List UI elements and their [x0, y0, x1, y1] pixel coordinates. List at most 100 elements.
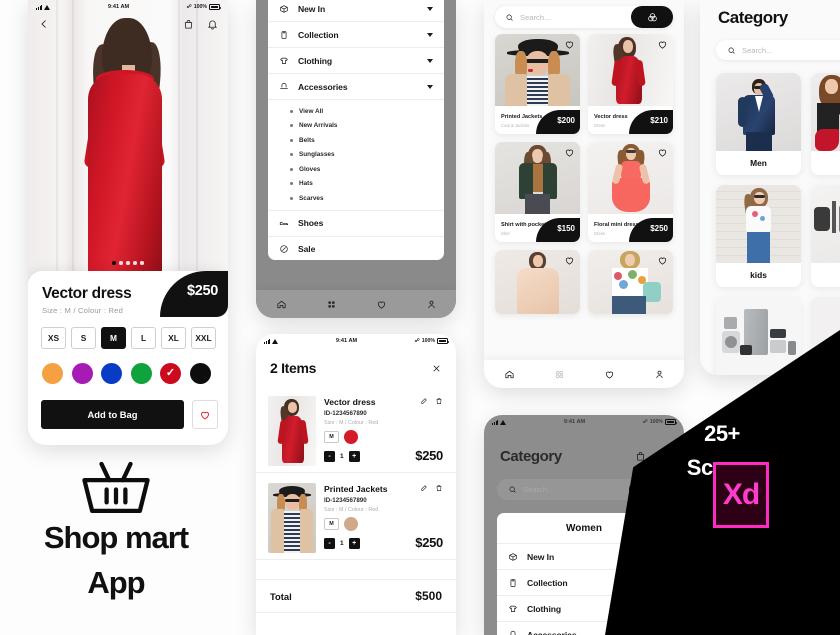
- quantity-stepper[interactable]: - 1 +: [324, 538, 360, 549]
- category-tile-electronic[interactable]: Electronic: [716, 297, 801, 375]
- bell-icon[interactable]: [207, 19, 218, 30]
- category-tile-women[interactable]: W: [811, 73, 840, 175]
- heart-icon[interactable]: [604, 369, 615, 380]
- submenu-item[interactable]: Gloves: [290, 162, 444, 177]
- submenu-item[interactable]: Sunglasses: [290, 148, 444, 163]
- shopping-bag-icon[interactable]: [183, 19, 194, 30]
- submenu-item[interactable]: View All: [290, 104, 444, 119]
- menu-item-label: New In: [298, 3, 326, 14]
- bottom-navigation[interactable]: [484, 360, 684, 388]
- quantity-stepper[interactable]: - 1 +: [324, 451, 360, 462]
- submenu-label: Hats: [299, 180, 313, 188]
- color-option-orange[interactable]: [42, 363, 63, 384]
- wishlist-heart-icon[interactable]: [657, 39, 668, 50]
- product-card[interactable]: [495, 250, 580, 314]
- category-tile-cooking[interactable]: Coo: [811, 185, 840, 287]
- cart-item-color[interactable]: [344, 430, 358, 444]
- color-option-red[interactable]: ✓: [160, 363, 181, 384]
- grid-icon[interactable]: [554, 369, 565, 380]
- heart-icon[interactable]: [376, 299, 387, 310]
- category-label: kids: [716, 263, 801, 287]
- add-to-bag-button[interactable]: Add to Bag: [41, 400, 184, 429]
- size-option-l[interactable]: L: [131, 327, 156, 349]
- menu-item-sale[interactable]: Sale: [268, 237, 444, 261]
- wifi-icon: [272, 338, 279, 344]
- search-input[interactable]: Search...: [716, 40, 840, 60]
- chevron-left-icon[interactable]: [38, 18, 50, 30]
- chevron-down-icon[interactable]: [427, 6, 433, 11]
- color-option-green[interactable]: [130, 363, 152, 384]
- cart-item-variant: Size : M / Colour : Red: [324, 420, 379, 426]
- category-tile-men[interactable]: Men: [716, 73, 801, 175]
- category-grid: Men W: [716, 73, 840, 375]
- shirt-icon: [510, 578, 516, 587]
- size-option-m[interactable]: M: [101, 327, 126, 349]
- chevron-down-icon[interactable]: [427, 32, 433, 37]
- product-card[interactable]: Vector dress Dress $210: [588, 34, 673, 134]
- hat-icon: [510, 630, 516, 635]
- wishlist-heart-icon[interactable]: [564, 147, 575, 158]
- product-price-tag: $250: [160, 271, 228, 317]
- wishlist-heart-icon[interactable]: [564, 255, 575, 266]
- menu-item-clothing[interactable]: Clothing: [268, 48, 444, 74]
- cart-item-size[interactable]: M: [324, 518, 339, 530]
- color-option-black[interactable]: [189, 363, 211, 384]
- category-tile-kids[interactable]: kids: [716, 185, 801, 287]
- chevron-down-icon[interactable]: [427, 84, 433, 89]
- submenu-item[interactable]: Belts: [290, 133, 444, 148]
- size-selector[interactable]: XS S M L XL XXL: [41, 327, 216, 349]
- product-card[interactable]: Shirt with pocket Shirt $150: [495, 142, 580, 242]
- product-card[interactable]: Floral mini dress Dress $250: [588, 142, 673, 242]
- home-icon[interactable]: [276, 299, 287, 310]
- trash-icon[interactable]: [435, 484, 443, 492]
- quantity-increase-button[interactable]: +: [348, 451, 360, 462]
- wishlist-heart-icon[interactable]: [657, 255, 668, 266]
- menu-item-accessories[interactable]: Accessories: [268, 74, 444, 100]
- color-option-purple[interactable]: [71, 363, 93, 384]
- quantity-decrease-button[interactable]: -: [324, 538, 335, 549]
- product-card[interactable]: [588, 250, 673, 314]
- wishlist-heart-icon[interactable]: [564, 39, 575, 50]
- status-time: 9:41 AM: [563, 419, 586, 425]
- user-icon[interactable]: [426, 299, 437, 310]
- trash-icon[interactable]: [435, 397, 443, 405]
- size-option-xs[interactable]: XS: [41, 327, 66, 349]
- edit-icon[interactable]: [420, 484, 428, 492]
- cart-item-color[interactable]: [344, 517, 358, 531]
- submenu-item[interactable]: Hats: [290, 177, 444, 192]
- quantity-decrease-button[interactable]: -: [324, 451, 335, 462]
- product-card[interactable]: Printed Jackets Coat & Jackets $200: [495, 34, 580, 134]
- cart-item-image: [268, 396, 316, 466]
- color-selector[interactable]: ✓: [42, 363, 211, 384]
- wifi-icon: [500, 419, 507, 425]
- close-icon[interactable]: [431, 363, 442, 374]
- edit-icon[interactable]: [420, 397, 428, 405]
- color-option-blue[interactable]: [101, 363, 122, 384]
- cart-item-size[interactable]: M: [324, 431, 339, 443]
- brand-name-line2: App: [87, 564, 145, 600]
- menu-item-label: Sale: [298, 244, 316, 254]
- chevron-down-icon[interactable]: [427, 58, 433, 63]
- category-image: [716, 73, 801, 151]
- submenu-item[interactable]: Scarves: [290, 191, 444, 206]
- grid-icon[interactable]: [326, 299, 337, 310]
- cart-item-price: $250: [415, 448, 443, 463]
- size-option-xxl[interactable]: XXL: [191, 327, 216, 349]
- menu-item-shoes[interactable]: Shoes: [268, 211, 444, 237]
- submenu-item[interactable]: New Arrivals: [290, 119, 444, 134]
- wishlist-button[interactable]: [192, 400, 218, 429]
- cart-item-variant: Size : M / Colour : Red: [324, 507, 379, 513]
- search-input[interactable]: Search...: [495, 6, 673, 28]
- search-placeholder: Search...: [523, 485, 554, 494]
- menu-item-collection[interactable]: Collection: [268, 22, 444, 48]
- menu-item-new-in[interactable]: New In: [268, 0, 444, 22]
- carousel-dots[interactable]: [28, 261, 228, 265]
- filter-button[interactable]: [631, 6, 673, 28]
- wishlist-heart-icon[interactable]: [657, 147, 668, 158]
- size-option-s[interactable]: S: [71, 327, 96, 349]
- bottom-navigation[interactable]: [256, 290, 456, 318]
- user-icon[interactable]: [654, 369, 665, 380]
- quantity-increase-button[interactable]: +: [348, 538, 360, 549]
- size-option-xl[interactable]: XL: [161, 327, 186, 349]
- home-icon[interactable]: [504, 369, 515, 380]
